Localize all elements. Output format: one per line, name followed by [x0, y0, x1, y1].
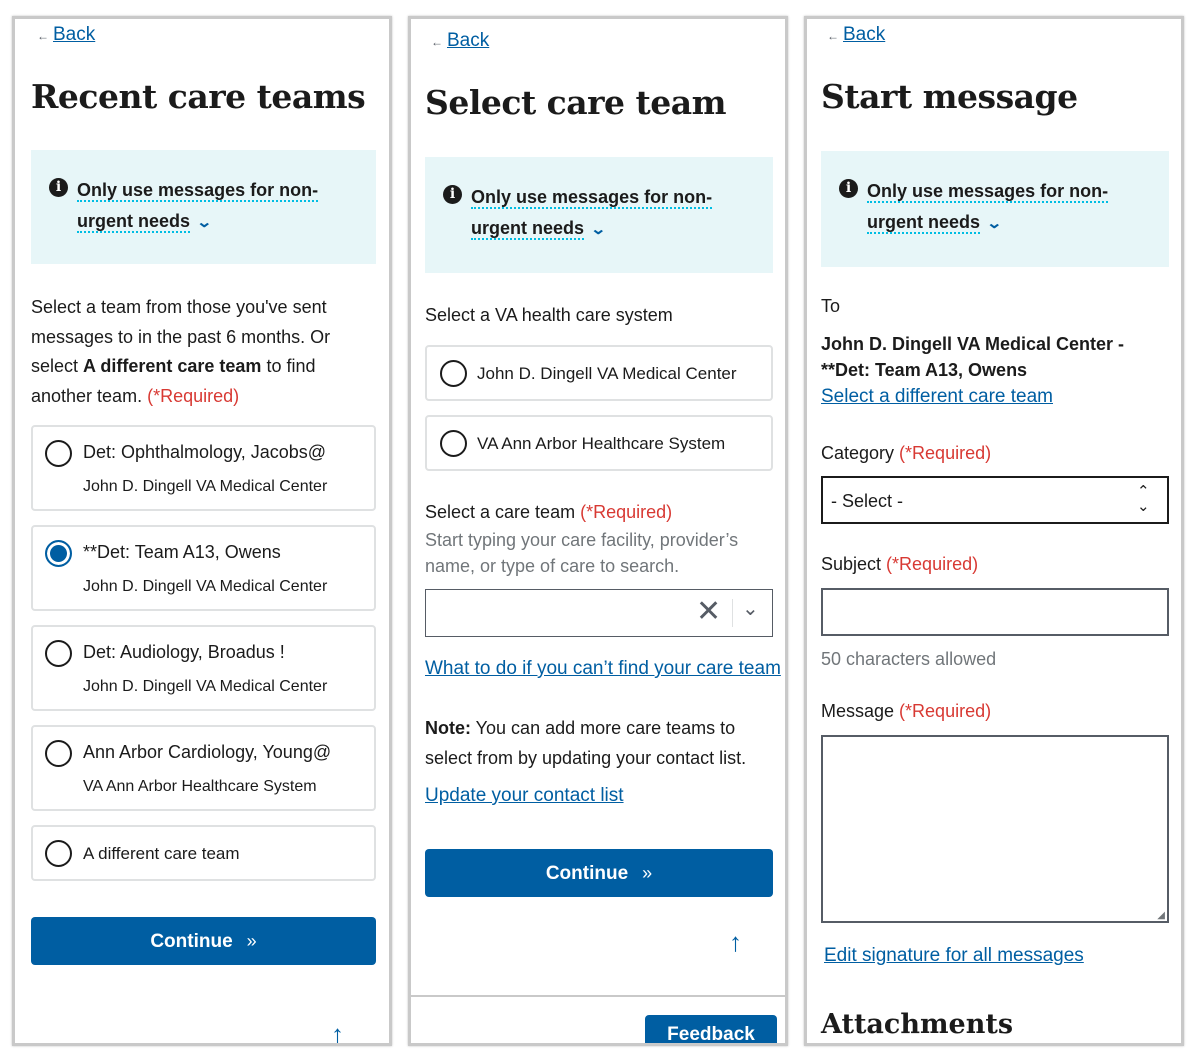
double-chevron-right-icon: » [246, 931, 257, 951]
recipient-name: John D. Dingell VA Medical Center - **Det… [821, 334, 1125, 380]
resize-handle-icon[interactable]: ◢ [1157, 910, 1165, 921]
option-label: John D. Dingell VA Medical Center [477, 364, 737, 383]
alert-line-1: Only use messages for non- [471, 187, 713, 209]
chevron-down-icon: ⌄ [986, 215, 1003, 232]
care-team-option[interactable]: Ann Arbor Cardiology, Young@ VA Ann Arbo… [31, 725, 376, 811]
subject-label: Subject (*Required) [821, 554, 979, 574]
health-system-label: Select a VA health care system [425, 305, 673, 325]
chevron-down-icon: ⌄ [196, 214, 213, 231]
category-select[interactable]: - Select - ⌃ ⌄ [821, 476, 1169, 524]
continue-button[interactable]: Continue» [425, 849, 773, 897]
attachments-heading: Attachments [821, 1009, 1014, 1040]
intro-text: Select a team from those you've sent mes… [31, 297, 331, 406]
required-marker: (*Required) [147, 385, 240, 406]
clear-icon[interactable]: ✕ [696, 594, 721, 629]
care-team-option-selected[interactable]: **Det: Team A13, Owens John D. Dingell V… [31, 525, 376, 611]
subject-input[interactable] [821, 588, 1169, 636]
required-marker: (*Required) [580, 502, 673, 522]
divider [732, 599, 733, 627]
alert-line-1: Only use messages for non- [867, 181, 1109, 203]
option-facility: John D. Dingell VA Medical Center [83, 478, 328, 495]
alert-expand-toggle[interactable]: Only use messages for non- urgent needs ⌄ [867, 176, 1127, 239]
page-title: Select care team [425, 83, 727, 122]
page-title: Start message [821, 77, 1078, 116]
radio-button[interactable] [440, 430, 467, 457]
chevron-down-icon: ⌄ [590, 221, 607, 238]
option-label: VA Ann Arbor Healthcare System [477, 434, 726, 453]
category-label: Category (*Required) [821, 443, 992, 463]
subject-hint: 50 characters allowed [821, 649, 997, 669]
radio-button[interactable] [45, 840, 72, 867]
footer-divider [411, 995, 785, 997]
note-text: Note: You can add more care teams to sel… [425, 718, 747, 768]
required-marker: (*Required) [899, 701, 992, 721]
non-urgent-alert: i Only use messages for non- urgent need… [425, 157, 773, 273]
health-system-option[interactable]: John D. Dingell VA Medical Center [425, 345, 773, 401]
option-label: **Det: Team A13, Owens [83, 542, 281, 562]
option-label: A different care team [83, 844, 240, 863]
required-marker: (*Required) [886, 554, 979, 574]
non-urgent-alert: i Only use messages for non- urgent need… [821, 151, 1169, 267]
select-care-team-panel: ← Back Select care team i Only use messa… [408, 16, 788, 1046]
info-icon: i [443, 185, 462, 204]
to-label: To [821, 296, 841, 316]
category-selected-value: - Select - [831, 491, 904, 511]
option-label: Det: Ophthalmology, Jacobs@ [83, 442, 327, 462]
alert-line-1: Only use messages for non- [77, 180, 319, 202]
update-contact-list-link[interactable]: Update your contact list [425, 785, 624, 807]
page-title: Recent care teams [31, 77, 366, 116]
select-arrows-icon: ⌃ ⌄ [1137, 483, 1150, 515]
start-message-panel: ← Back Start message i Only use messages… [804, 16, 1184, 1046]
select-different-team-link[interactable]: Select a different care team [821, 386, 1053, 408]
back-arrow-icon: ← [37, 29, 49, 43]
double-chevron-right-icon: » [642, 863, 653, 883]
radio-button-checked[interactable] [45, 540, 72, 567]
info-icon: i [839, 179, 858, 198]
radio-button[interactable] [45, 440, 72, 467]
message-label: Message (*Required) [821, 701, 992, 721]
back-arrow-icon: ← [431, 35, 443, 49]
care-team-label: Select a care team (*Required) [425, 502, 673, 522]
chevron-down-icon[interactable]: ⌄ [742, 596, 759, 621]
radio-button[interactable] [45, 640, 72, 667]
required-marker: (*Required) [899, 443, 992, 463]
back-link[interactable]: Back [843, 24, 885, 46]
back-to-top-icon[interactable]: ↑ [331, 1019, 344, 1043]
different-care-team-option[interactable]: A different care team [31, 825, 376, 881]
care-team-option[interactable]: Det: Audiology, Broadus ! John D. Dingel… [31, 625, 376, 711]
alert-line-2: urgent needs [867, 212, 981, 234]
edit-signature-link[interactable]: Edit signature for all messages [824, 945, 1084, 967]
feedback-button[interactable]: Feedback [645, 1015, 777, 1043]
health-system-option[interactable]: VA Ann Arbor Healthcare System [425, 415, 773, 471]
option-facility: John D. Dingell VA Medical Center [83, 678, 328, 695]
care-team-combobox[interactable]: ✕ ⌄ [425, 589, 773, 637]
cant-find-care-team-link[interactable]: What to do if you can’t find your care t… [425, 658, 781, 680]
back-arrow-icon: ← [827, 29, 839, 43]
option-facility: John D. Dingell VA Medical Center [83, 578, 328, 595]
alert-expand-toggle[interactable]: Only use messages for non- urgent needs ⌄ [77, 175, 337, 238]
alert-line-2: urgent needs [77, 211, 191, 233]
back-link[interactable]: Back [53, 24, 95, 46]
option-label: Ann Arbor Cardiology, Young@ [83, 742, 332, 762]
alert-expand-toggle[interactable]: Only use messages for non- urgent needs ⌄ [471, 182, 731, 245]
alert-line-2: urgent needs [471, 218, 585, 240]
radio-button[interactable] [45, 740, 72, 767]
care-team-option[interactable]: Det: Ophthalmology, Jacobs@ John D. Ding… [31, 425, 376, 511]
radio-button[interactable] [440, 360, 467, 387]
back-to-top-icon[interactable]: ↑ [729, 927, 742, 958]
back-link[interactable]: Back [447, 30, 489, 52]
recent-care-teams-panel: ← Back Recent care teams i Only use mess… [12, 16, 392, 1046]
option-label: Det: Audiology, Broadus ! [83, 642, 285, 662]
non-urgent-alert: i Only use messages for non- urgent need… [31, 150, 376, 264]
message-textarea[interactable]: ◢ [821, 735, 1169, 923]
option-facility: VA Ann Arbor Healthcare System [83, 778, 317, 795]
continue-button[interactable]: Continue» [31, 917, 376, 965]
info-icon: i [49, 178, 68, 197]
care-team-hint: Start typing your care facility, provide… [425, 530, 739, 576]
